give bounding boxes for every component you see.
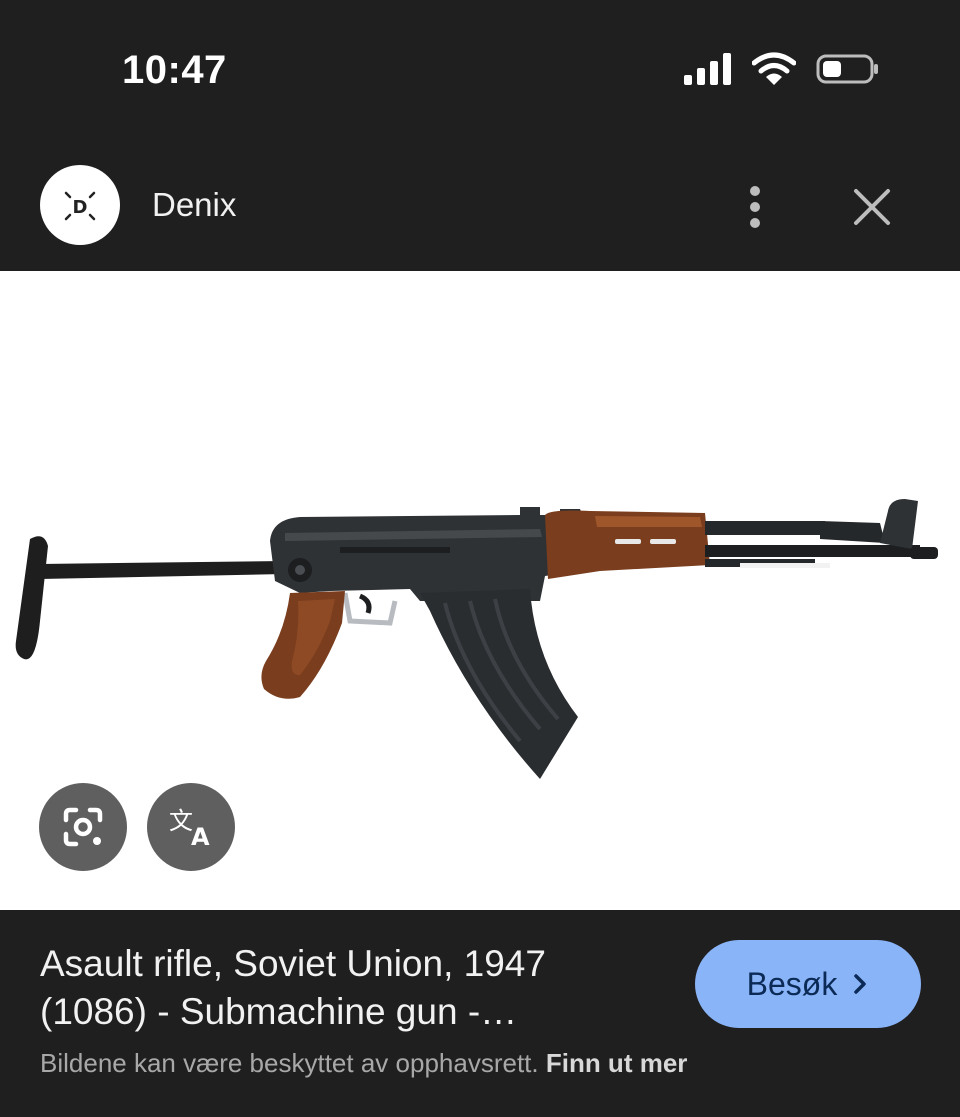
chevron-right-icon xyxy=(854,974,867,994)
google-lens-button[interactable] xyxy=(39,783,127,871)
translate-button[interactable]: 文 A xyxy=(147,783,235,871)
denix-logo-icon: D xyxy=(64,191,96,221)
translate-icon: 文 A xyxy=(169,807,210,849)
more-vert-icon xyxy=(750,186,760,228)
status-time: 10:47 xyxy=(122,48,227,92)
rifle-image xyxy=(15,499,938,779)
svg-text:文: 文 xyxy=(169,807,193,835)
visit-button[interactable]: Besøk xyxy=(695,940,921,1028)
result-title[interactable]: Asault rifle, Soviet Union, 1947 (1086) … xyxy=(40,940,640,1036)
svg-text:A: A xyxy=(191,823,210,849)
signal-icon xyxy=(684,53,731,85)
learn-more-link[interactable]: Finn ut mer xyxy=(546,1048,688,1078)
copyright-text: Bildene kan være beskyttet av opphavsret… xyxy=(40,1048,539,1078)
svg-text:D: D xyxy=(73,197,88,218)
source-header xyxy=(0,140,960,271)
site-name[interactable]: Denix xyxy=(152,186,236,224)
close-icon xyxy=(854,189,890,225)
site-avatar[interactable]: D xyxy=(40,165,120,245)
battery-icon xyxy=(816,54,878,84)
wifi-icon xyxy=(752,52,796,85)
status-icons xyxy=(684,52,880,86)
visit-label: Besøk xyxy=(746,965,838,1002)
image-preview[interactable]: 文 A xyxy=(0,271,960,910)
copyright-notice: Bildene kan være beskyttet av opphavsret… xyxy=(40,1048,687,1079)
close-button[interactable] xyxy=(848,182,896,232)
more-options-button[interactable] xyxy=(740,184,770,230)
status-bar: 10:47 xyxy=(0,0,960,140)
google-lens-icon xyxy=(63,807,103,847)
